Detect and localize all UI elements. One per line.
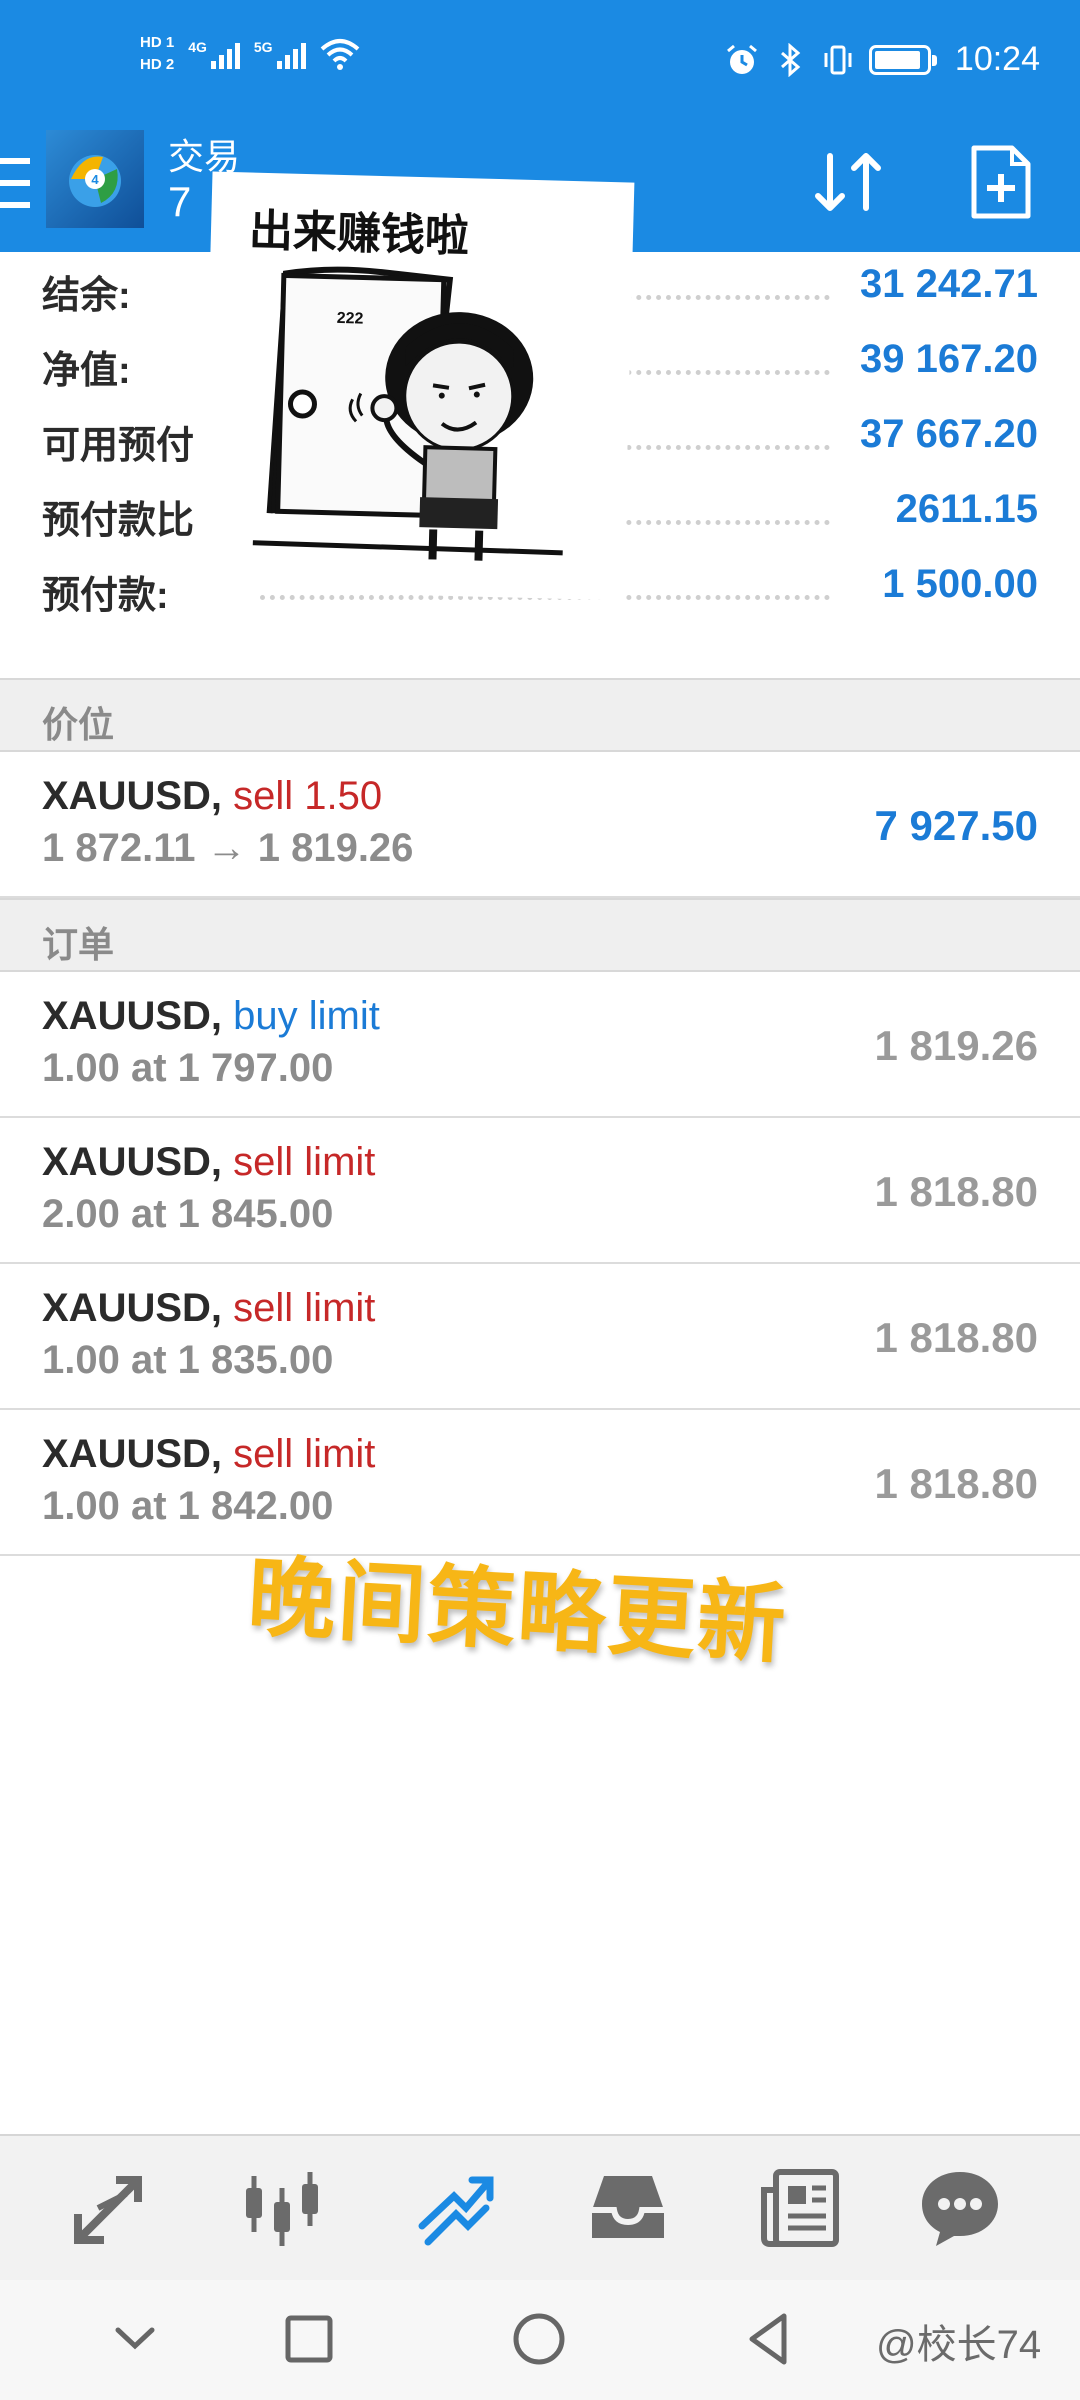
sim2-label: HD 2	[140, 56, 175, 73]
signal-bars-icon	[276, 39, 306, 69]
orders-section-header: 订单	[0, 898, 1080, 972]
position-action: sell 1.50	[233, 774, 383, 818]
symbol-label: XAUUSD,	[42, 1286, 223, 1330]
sim-indicators: HD 1 HD 2	[140, 34, 174, 74]
chart-candles-icon	[246, 2172, 318, 2246]
triangle-back-icon	[749, 2313, 787, 2365]
trade-icon	[418, 2176, 494, 2246]
summary-label: 可用预付	[42, 425, 195, 467]
account-number: 7	[168, 178, 192, 225]
home-button[interactable]	[506, 2306, 572, 2372]
order-current-price: 1 818.80	[874, 1314, 1039, 1361]
metatrader-logo: 4	[46, 130, 144, 228]
summary-label: 预付款:	[42, 575, 169, 617]
symbol-label: XAUUSD,	[42, 1432, 223, 1476]
order-detail: 1.00 at 1 797.00	[42, 1046, 334, 1090]
bottom-nav	[0, 2134, 1080, 2280]
status-left: HD 1 HD 2 4G 5G	[140, 34, 360, 74]
nav-trade[interactable]	[414, 2166, 498, 2250]
order-row[interactable]: XAUUSD, sell limit 2.00 at 1 845.00 1 81…	[0, 1118, 1080, 1264]
nav-chart[interactable]	[240, 2166, 324, 2250]
position-title: XAUUSD, sell 1.50	[42, 774, 382, 819]
order-current-price: 1 819.26	[874, 1022, 1039, 1069]
order-current-price: 1 818.80	[874, 1168, 1039, 1215]
order-type: sell limit	[233, 1140, 376, 1184]
status-right: 10:24	[725, 40, 1040, 79]
battery-level	[874, 50, 920, 69]
summary-value: 1 500.00	[882, 562, 1038, 606]
section-title: 价位	[42, 704, 115, 745]
watermark-text: @校长74	[876, 2323, 1042, 2367]
history-inbox-icon	[592, 2176, 664, 2238]
meme-illustration: 222	[252, 266, 563, 561]
nav-quotes[interactable]	[68, 2166, 152, 2250]
order-type: sell limit	[233, 1432, 376, 1476]
network-type-2: 5G	[253, 39, 273, 55]
nav-news[interactable]	[758, 2166, 842, 2250]
symbol-label: XAUUSD,	[42, 1140, 223, 1184]
wifi-icon	[320, 39, 359, 70]
order-type: buy limit	[233, 994, 380, 1038]
position-price-change: 1 872.11 → 1 819.26	[42, 826, 414, 870]
order-detail: 1.00 at 1 835.00	[42, 1338, 334, 1382]
news-icon	[761, 2169, 839, 2247]
quotes-icon	[74, 2176, 142, 2244]
order-type: sell limit	[233, 1286, 376, 1330]
menu-icon[interactable]	[0, 158, 34, 208]
evening-strategy-overlay: 晚间策略更新	[245, 1543, 791, 1677]
signal-bars-icon	[210, 39, 240, 69]
order-title: XAUUSD, sell limit	[42, 1286, 375, 1331]
hide-nav-button[interactable]	[102, 2306, 168, 2372]
order-row[interactable]: XAUUSD, sell limit 1.00 at 1 842.00 1 81…	[0, 1410, 1080, 1556]
summary-value: 31 242.71	[860, 262, 1038, 306]
chevron-down-icon	[115, 2327, 155, 2350]
summary-label: 预付款比	[42, 500, 195, 542]
sort-icon[interactable]	[808, 142, 888, 222]
back-button[interactable]	[736, 2306, 802, 2372]
summary-value: 39 167.20	[860, 337, 1038, 381]
position-row[interactable]: XAUUSD, sell 1.50 1 872.11 → 1 819.26 7 …	[0, 752, 1080, 898]
order-row[interactable]: XAUUSD, sell limit 1.00 at 1 835.00 1 81…	[0, 1264, 1080, 1410]
system-navigation-bar: @校长74	[0, 2280, 1080, 2400]
bluetooth-icon	[780, 42, 801, 77]
positions-section-header: 价位	[0, 678, 1080, 752]
order-detail: 1.00 at 1 842.00	[42, 1484, 334, 1528]
network-type-1: 4G	[188, 39, 207, 55]
new-order-icon[interactable]	[970, 144, 1032, 220]
order-title: XAUUSD, buy limit	[42, 994, 380, 1039]
status-time: 10:24	[954, 40, 1040, 78]
symbol-label: XAUUSD,	[42, 994, 223, 1038]
battery-icon	[868, 44, 937, 75]
summary-label: 净值:	[42, 350, 131, 392]
order-current-price: 1 818.80	[874, 1460, 1039, 1507]
symbol-label: XAUUSD,	[42, 774, 223, 818]
circle-icon	[513, 2313, 565, 2365]
meme-caption: 出来赚钱啦	[248, 206, 470, 262]
order-title: XAUUSD, sell limit	[42, 1432, 375, 1477]
meme-sticker: 出来赚钱啦 222	[201, 171, 635, 601]
square-icon	[285, 2315, 333, 2363]
signal-sim2: 5G	[254, 39, 306, 69]
svg-text:4: 4	[91, 172, 99, 187]
nav-history[interactable]	[586, 2166, 670, 2250]
sim1-label: HD 1	[140, 34, 175, 51]
nav-chat[interactable]	[918, 2166, 1002, 2250]
alarm-icon	[726, 44, 757, 74]
order-row[interactable]: XAUUSD, buy limit 1.00 at 1 797.00 1 819…	[0, 972, 1080, 1118]
door-number: 222	[337, 310, 364, 328]
summary-label: 结余:	[42, 275, 131, 317]
summary-value: 37 667.20	[860, 412, 1038, 456]
recent-apps-button[interactable]	[276, 2306, 342, 2372]
chat-icon	[922, 2172, 998, 2246]
section-title: 订单	[42, 924, 115, 965]
signal-sim1: 4G	[188, 39, 240, 69]
status-bar: HD 1 HD 2 4G 5G 10:24	[0, 0, 1080, 130]
position-profit: 7 927.50	[874, 802, 1039, 849]
summary-value: 2611.15	[895, 487, 1038, 531]
order-detail: 2.00 at 1 845.00	[42, 1192, 334, 1236]
vibrate-icon	[824, 45, 852, 74]
order-title: XAUUSD, sell limit	[42, 1140, 375, 1185]
